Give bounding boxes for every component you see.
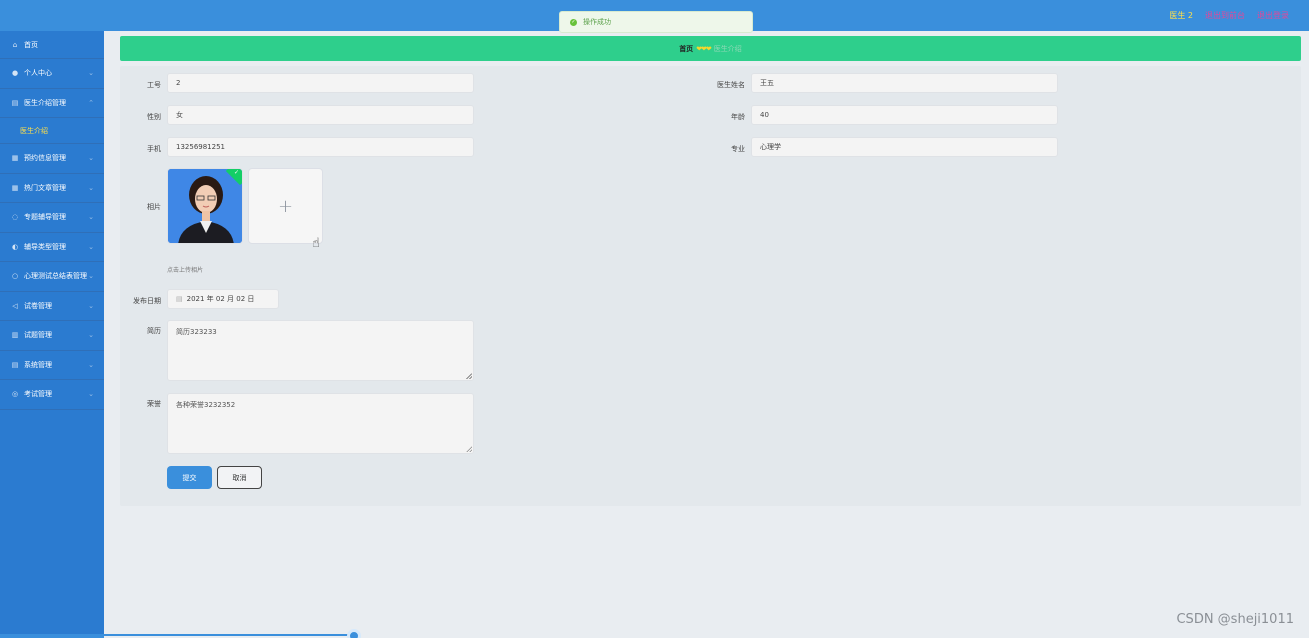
chevron-down-icon: ⌄ [88,213,94,222]
sidebar-item-label: 考试管理 [24,390,52,399]
sidebar-item-label: 心理测试总结表管理 [24,272,87,281]
uploaded-photo[interactable]: ✓ [167,168,243,244]
sidebar-item-label: 试卷管理 [24,301,52,310]
sidebar-item-exam[interactable]: ◎ 考试管理 ⌄ [0,380,104,410]
sidebar-subitem-doctor-intro[interactable]: 医生介绍 [0,118,104,144]
honors-label: 荣誉 [147,400,161,408]
bottom-progress-bar [0,634,104,638]
user-icon: ● [11,69,19,78]
doctor-name-label: 医生姓名 [717,81,745,89]
calendar-icon: ▦ [11,154,19,163]
major-field[interactable]: 心理学 [751,137,1058,157]
sidebar-item-label: 个人中心 [24,69,52,78]
chevron-down-icon: ⌄ [88,242,94,251]
publish-date-label: 发布日期 [133,297,161,305]
age-field[interactable]: 40 [751,105,1058,125]
employee-id-field[interactable]: 2 [167,73,474,93]
chevron-down-icon: ⌄ [88,69,94,78]
sidebar-item-home[interactable]: ⌂ 首页 [0,31,104,59]
back-to-frontend-link[interactable]: 退出到前台 [1205,10,1245,21]
breadcrumb: 首页 ❤❤❤ 医生介绍 [120,36,1301,61]
exam-icon: ◎ [11,390,19,399]
photo-upload-button[interactable]: + [248,168,323,244]
hand-cursor-icon: ☝ [312,236,320,251]
check-icon: ✓ [233,168,239,176]
photo-upload-hint: 点击上传相片 [167,267,204,274]
guide-icon: ◌ [11,213,19,222]
sidebar-item-label: 辅导类型管理 [24,242,66,251]
chevron-down-icon: ⌄ [88,154,94,163]
sidebar-item-label: 首页 [24,40,38,49]
progress-handle[interactable] [347,629,361,638]
paper-icon: ◁ [12,301,18,310]
gender-field[interactable]: 女 [167,105,474,125]
resize-handle-icon[interactable] [466,373,472,379]
resume-textarea[interactable]: 简历323233 [167,320,474,381]
sidebar-item-guide-type[interactable]: ◐ 辅导类型管理 ⌄ [0,233,104,262]
sidebar-item-label: 预约信息管理 [24,154,66,163]
sidebar: ⌂ 首页 ● 个人中心 ⌄ ▤ 医生介绍管理 ⌃ 医生介绍 ▦ 预约信息管理 ⌄… [0,31,104,638]
chevron-down-icon: ⌄ [88,183,94,192]
watermark: CSDN @sheji1011 [1176,612,1294,627]
heart-separator-icon: ❤❤❤ [696,44,712,53]
category-icon: ◐ [11,242,19,251]
sidebar-item-doctor[interactable]: ▤ 医生介绍管理 ⌃ [0,89,104,118]
portrait-image [168,169,242,243]
honors-value: 各种荣誉3232352 [176,401,236,409]
success-toast: ✓ 操作成功 [559,11,753,33]
success-icon: ✓ [570,18,577,26]
doctor-name-field[interactable]: 王五 [751,73,1058,93]
breadcrumb-current: 医生介绍 [713,44,742,53]
sidebar-item-label: 系统管理 [24,360,52,369]
sidebar-item-label: 专题辅导管理 [24,213,66,222]
toast-message: 操作成功 [583,18,611,26]
plus-icon: + [277,195,294,217]
honors-textarea[interactable]: 各种荣誉3232352 [167,393,474,454]
sidebar-item-profile[interactable]: ● 个人中心 ⌄ [0,59,104,89]
sidebar-item-test-summary[interactable]: ○ 心理测试总结表管理 ⌄ [0,262,104,292]
resize-handle-icon[interactable] [466,446,472,452]
doctor-icon: ▤ [11,98,19,107]
sidebar-item-label: 热门文章管理 [24,183,66,192]
calendar-icon: ▤ [176,295,183,303]
phone-field[interactable]: 13256981251 [167,137,474,157]
submit-button[interactable]: 提交 [167,466,212,489]
article-icon: ▦ [11,183,19,192]
chevron-down-icon: ⌄ [88,272,94,281]
home-icon: ⌂ [12,40,18,49]
sidebar-item-label: 试题管理 [24,331,52,340]
employee-id-label: 工号 [147,81,161,89]
sidebar-item-label: 医生介绍管理 [24,98,66,107]
photo-label: 相片 [147,203,161,211]
sidebar-item-article[interactable]: ▦ 热门文章管理 ⌄ [0,174,104,203]
question-icon: ▥ [11,331,19,340]
publish-date-picker[interactable]: ▤ 2021 年 02 月 02 日 [167,289,279,309]
bottom-progress-line [104,634,354,636]
sidebar-item-question[interactable]: ▥ 试题管理 ⌄ [0,321,104,351]
chevron-down-icon: ⌄ [88,331,94,340]
age-label: 年龄 [731,113,745,121]
cancel-button[interactable]: 取消 [217,466,262,489]
logout-link[interactable]: 退出登录 [1257,10,1289,21]
sidebar-item-system[interactable]: ▤ 系统管理 ⌄ [0,351,104,380]
chevron-down-icon: ⌄ [88,390,94,399]
publish-date-value: 2021 年 02 月 02 日 [186,295,255,303]
chevron-down-icon: ⌄ [88,360,94,369]
test-icon: ○ [11,272,19,281]
settings-icon: ▤ [11,360,19,369]
phone-label: 手机 [147,145,161,153]
gender-label: 性别 [147,113,161,121]
chevron-down-icon: ⌄ [88,301,94,310]
top-bar-actions: 医生 2 退出到前台 退出登录 [1169,10,1289,21]
sidebar-item-paper[interactable]: ◁ 试卷管理 ⌄ [0,292,104,321]
sidebar-item-guide[interactable]: ◌ 专题辅导管理 ⌄ [0,203,104,233]
resume-value: 简历323233 [176,328,217,336]
chevron-up-icon: ⌃ [88,98,94,107]
major-label: 专业 [731,145,745,153]
breadcrumb-home[interactable]: 首页 [679,44,693,54]
current-user: 医生 2 [1169,11,1193,20]
sidebar-item-booking[interactable]: ▦ 预约信息管理 ⌄ [0,144,104,174]
resume-label: 简历 [147,327,161,335]
